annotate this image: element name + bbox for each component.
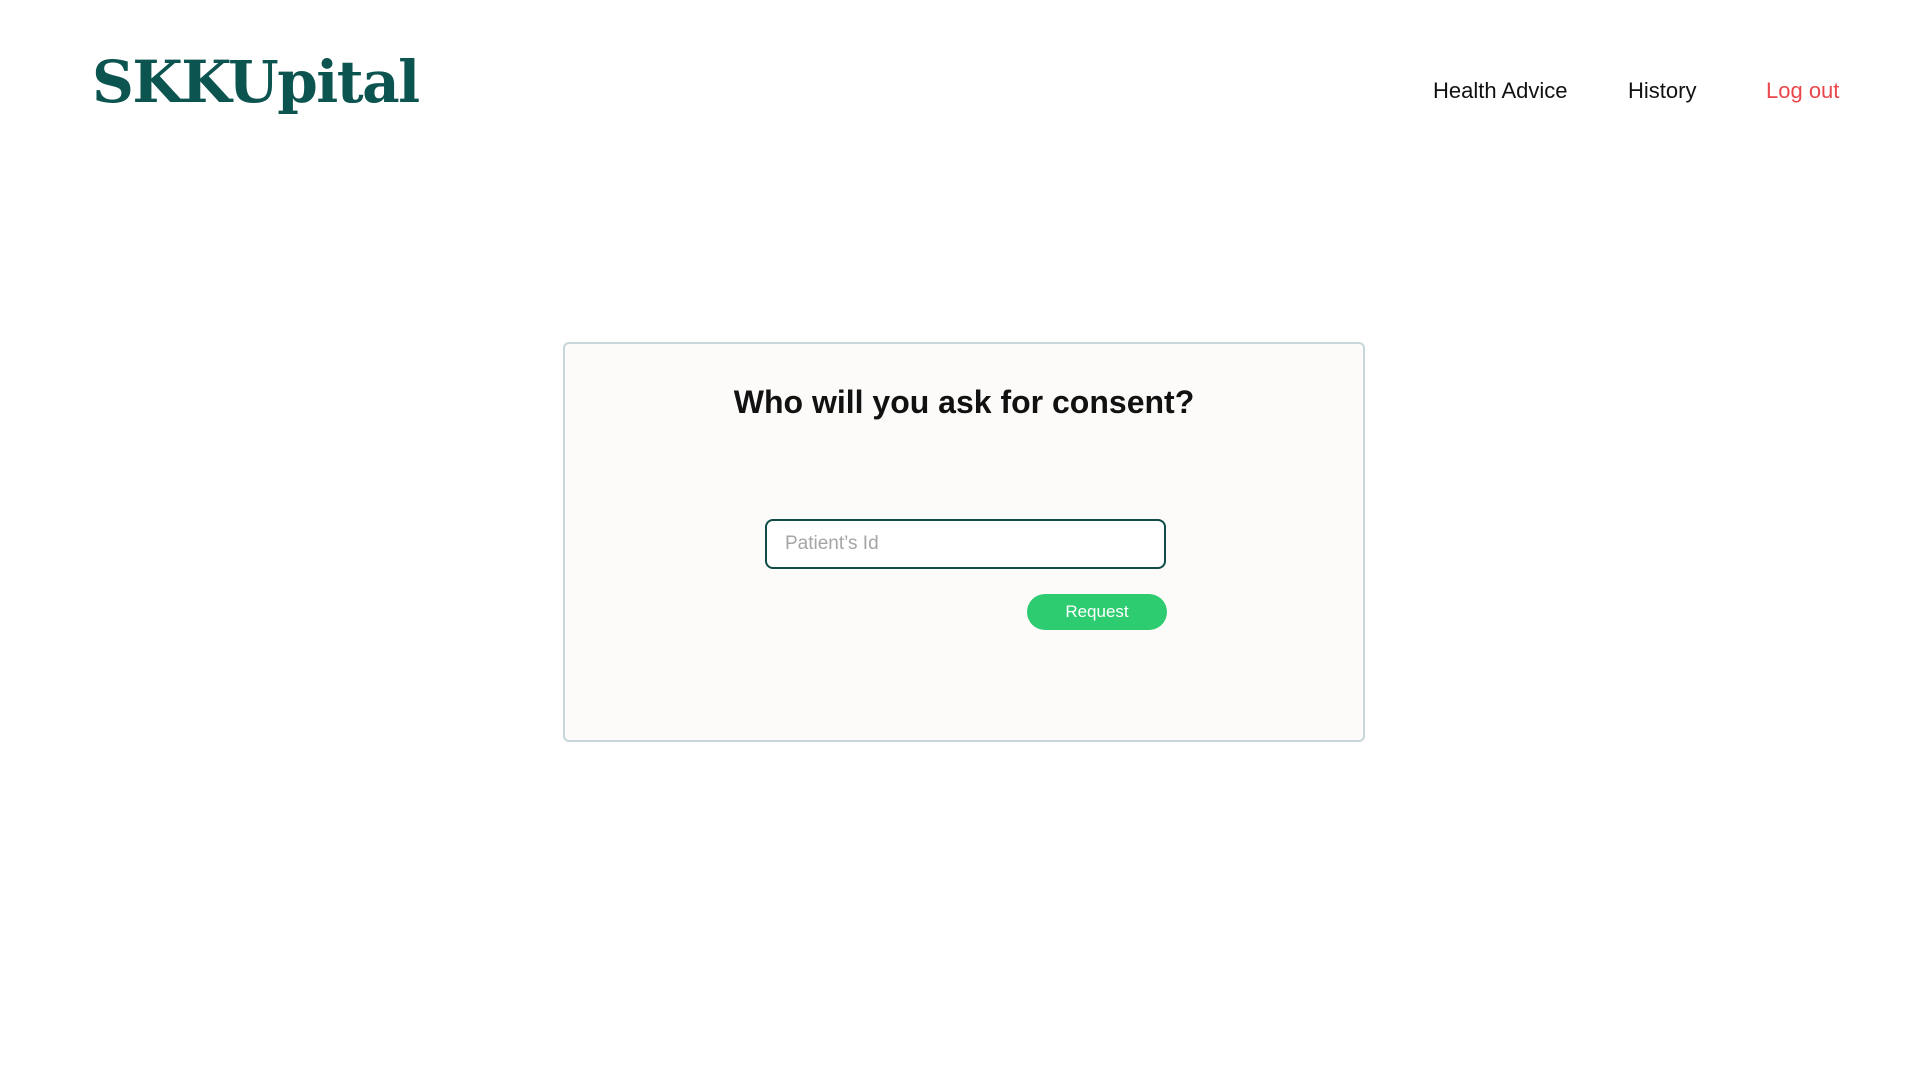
nav-health-advice[interactable]: Health Advice: [1433, 76, 1568, 106]
request-button[interactable]: Request: [1027, 594, 1167, 630]
consent-card: Who will you ask for consent? Request: [563, 342, 1365, 742]
patient-id-input[interactable]: [765, 519, 1166, 569]
main-nav: Health Advice History Log out: [0, 76, 1920, 106]
consent-card-title: Who will you ask for consent?: [733, 384, 1195, 420]
page: SKKUpital Health Advice History Log out …: [0, 0, 1920, 1080]
nav-history[interactable]: History: [1628, 76, 1696, 106]
logout-link[interactable]: Log out: [1766, 76, 1839, 106]
